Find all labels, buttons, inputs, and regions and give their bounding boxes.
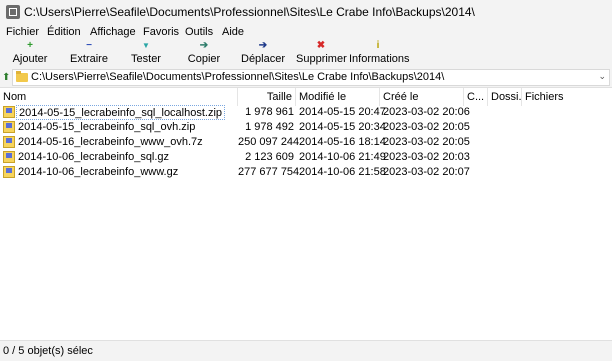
add-button-label: Ajouter <box>12 53 48 65</box>
info-button-label: Informations <box>349 53 410 65</box>
window-title: C:\Users\Pierre\Seafile\Documents\Profes… <box>24 5 475 19</box>
file-size: 250 097 244 <box>238 136 300 148</box>
move-arrow-icon: ➔ <box>258 40 268 51</box>
file-modified: 2014-05-15 20:47 <box>299 106 386 118</box>
column-header-files[interactable]: Fichiers <box>522 88 612 106</box>
copy-arrow-icon: ➔ <box>199 40 209 51</box>
file-list[interactable]: Nom Taille Modifié le Créé le C... Dossi… <box>0 87 612 340</box>
column-header-c[interactable]: C... <box>464 88 488 106</box>
file-name: 2014-10-06_lecrabeinfo_sql.gz <box>18 151 170 163</box>
extract-button[interactable]: − Extraire <box>67 41 111 69</box>
status-bar: 0 / 5 objet(s) sélec <box>0 340 612 361</box>
file-modified: 2014-05-15 20:34 <box>299 121 386 133</box>
column-header-name[interactable]: Nom <box>0 88 238 106</box>
file-created: 2023-03-02 20:07 <box>383 166 470 178</box>
file-row[interactable]: 2014-05-16_lecrabeinfo_www_ovh.7z 250 09… <box>0 135 612 150</box>
column-header-modified[interactable]: Modifié le <box>296 88 380 106</box>
delete-icon: ✖ <box>316 40 326 51</box>
archive-file-icon <box>3 136 15 148</box>
file-size: 277 677 754 <box>238 166 300 178</box>
menu-bar: Fichier Édition Affichage Favoris Outils… <box>0 25 612 41</box>
menu-edition[interactable]: Édition <box>47 26 81 38</box>
file-created: 2023-03-02 20:05 <box>383 121 470 133</box>
up-folder-icon[interactable]: ⬆ <box>2 71 12 85</box>
file-row[interactable]: 2014-05-15_lecrabeinfo_sql_localhost.zip… <box>0 105 612 120</box>
info-button[interactable]: i Informations <box>349 40 410 69</box>
test-button[interactable]: ▼ Tester <box>128 41 164 69</box>
path-input[interactable]: C:\Users\Pierre\Seafile\Documents\Profes… <box>12 69 610 86</box>
archive-file-icon <box>3 151 15 163</box>
app-icon <box>6 5 20 19</box>
plus-icon: + <box>27 40 33 51</box>
delete-button-label: Supprimer <box>296 53 347 65</box>
menu-aide[interactable]: Aide <box>222 26 244 38</box>
file-size: 1 978 961 <box>245 106 294 118</box>
extract-button-label: Extraire <box>70 53 108 65</box>
file-modified: 2014-10-06 21:49 <box>299 151 386 163</box>
test-button-label: Tester <box>131 53 161 65</box>
status-text: 0 / 5 objet(s) sélec <box>3 345 93 357</box>
copy-button-label: Copier <box>187 53 221 65</box>
menu-fichier[interactable]: Fichier <box>6 26 39 38</box>
file-size: 1 978 492 <box>245 121 294 133</box>
copy-button[interactable]: ➔ Copier <box>186 41 222 69</box>
archive-file-icon <box>3 106 15 118</box>
file-modified: 2014-10-06 21:58 <box>299 166 386 178</box>
file-name: 2014-10-06_lecrabeinfo_www.gz <box>18 166 179 178</box>
address-bar: ⬆ C:\Users\Pierre\Seafile\Documents\Prof… <box>0 69 612 87</box>
file-size: 2 123 609 <box>245 151 294 163</box>
minus-icon: − <box>86 40 92 51</box>
file-row[interactable]: 2014-10-06_lecrabeinfo_sql.gz 2 123 609 … <box>0 150 612 165</box>
file-created: 2023-03-02 20:05 <box>383 136 470 148</box>
menu-favoris[interactable]: Favoris <box>143 26 179 38</box>
file-name: 2014-05-15_lecrabeinfo_sql_ovh.zip <box>18 121 196 133</box>
delete-button[interactable]: ✖ Supprimer <box>296 40 347 69</box>
column-header-size[interactable]: Taille <box>238 88 296 106</box>
chevron-down-icon[interactable]: ⌄ <box>598 71 606 82</box>
menu-outils[interactable]: Outils <box>185 26 213 38</box>
info-icon: i <box>376 40 380 51</box>
check-icon: ▼ <box>142 41 150 50</box>
column-header-folders[interactable]: Dossi... <box>488 88 522 106</box>
file-row[interactable]: 2014-10-06_lecrabeinfo_www.gz 277 677 75… <box>0 165 612 180</box>
column-header-created[interactable]: Créé le <box>380 88 464 106</box>
archive-file-icon <box>3 121 15 133</box>
add-button[interactable]: + Ajouter <box>10 41 50 69</box>
file-created: 2023-03-02 20:03 <box>383 151 470 163</box>
file-row[interactable]: 2014-05-15_lecrabeinfo_sql_ovh.zip 1 978… <box>0 120 612 135</box>
file-name: 2014-05-16_lecrabeinfo_www_ovh.7z <box>18 136 203 148</box>
folder-icon <box>16 71 28 82</box>
file-name: 2014-05-15_lecrabeinfo_sql_localhost.zip <box>16 105 226 120</box>
move-button-label: Déplacer <box>241 53 286 65</box>
title-bar: C:\Users\Pierre\Seafile\Documents\Profes… <box>0 0 612 24</box>
path-text: C:\Users\Pierre\Seafile\Documents\Profes… <box>31 71 445 83</box>
file-created: 2023-03-02 20:06 <box>383 106 470 118</box>
move-button[interactable]: ➔ Déplacer <box>241 41 285 69</box>
archive-file-icon <box>3 166 15 178</box>
menu-affichage[interactable]: Affichage <box>90 26 136 38</box>
file-modified: 2014-05-16 18:14 <box>299 136 386 148</box>
toolbar: + Ajouter − Extraire ▼ Tester ➔ Copier ➔… <box>0 41 612 69</box>
